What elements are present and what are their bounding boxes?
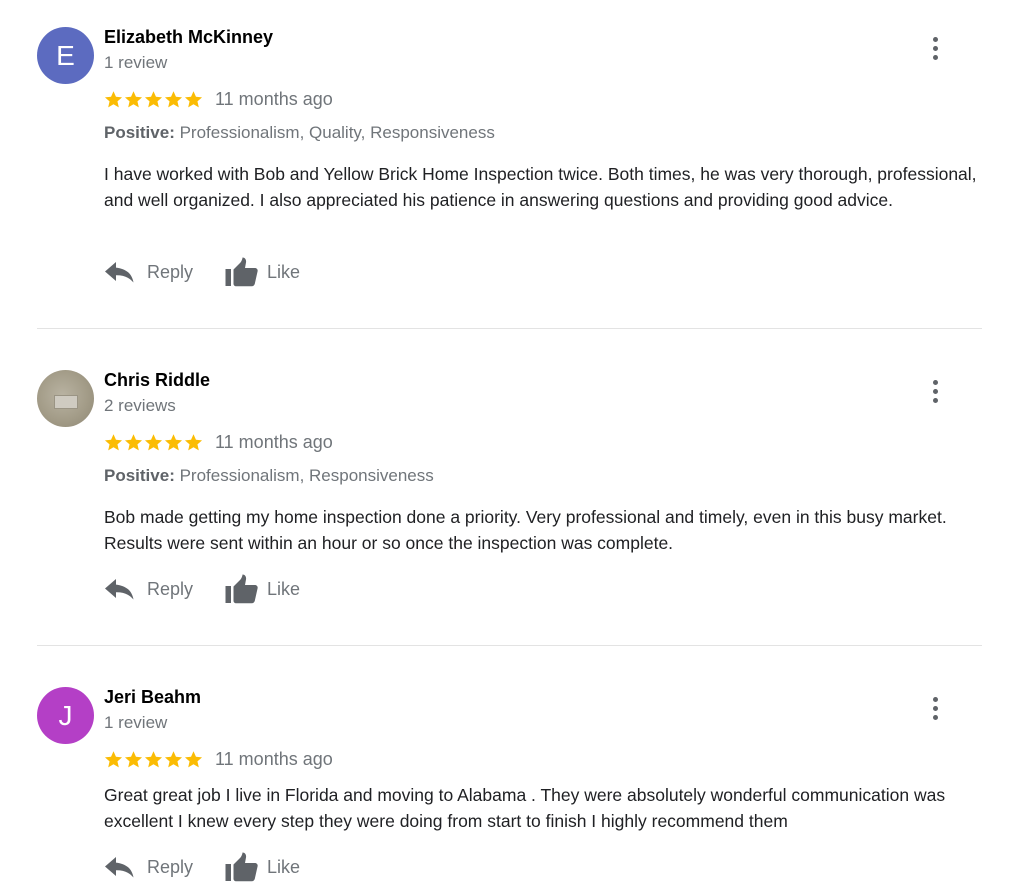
- rating-row: 11 months ago: [104, 87, 333, 111]
- like-label: Like: [267, 578, 301, 599]
- star-icon: [164, 433, 183, 450]
- review-count[interactable]: 2 reviews: [104, 396, 176, 416]
- review-actions: Reply Like: [104, 257, 300, 287]
- review-actions: Reply Like: [104, 574, 300, 604]
- star-icon: [144, 90, 163, 107]
- avatar[interactable]: [37, 370, 94, 427]
- like-button[interactable]: Like: [225, 574, 300, 604]
- divider: [37, 645, 982, 646]
- review-time: 11 months ago: [215, 88, 333, 109]
- reply-icon: [105, 579, 134, 600]
- divider: [37, 328, 982, 329]
- avatar-letter: J: [58, 699, 73, 731]
- more-vert-icon: [932, 696, 938, 702]
- star-icon: [104, 433, 123, 450]
- rating-row: 11 months ago: [104, 430, 333, 454]
- review-text: Bob made getting my home inspection done…: [104, 507, 947, 553]
- review-time: 11 months ago: [215, 431, 333, 452]
- rating-row: 11 months ago: [104, 747, 333, 771]
- star-icon: [124, 433, 143, 450]
- positive-items: Professionalism, Responsiveness: [174, 466, 434, 485]
- star-icon: [124, 750, 143, 767]
- star-icon: [144, 750, 163, 767]
- review-count[interactable]: 1 review: [104, 713, 167, 733]
- star-icon: [124, 90, 143, 107]
- star-icon: [104, 750, 123, 767]
- avatar[interactable]: J: [37, 687, 94, 744]
- star-icon: [184, 90, 203, 107]
- positive-attributes: Positive: Professionalism, Quality, Resp…: [104, 123, 495, 143]
- more-options-button[interactable]: [924, 693, 946, 723]
- avatar-photo: [53, 394, 78, 409]
- star-icon: [104, 90, 123, 107]
- thumbs-up-icon: [225, 257, 258, 287]
- star-icon: [164, 750, 183, 767]
- reply-button[interactable]: Reply: [104, 260, 193, 284]
- star-rating: [104, 90, 203, 109]
- reviewer-name[interactable]: Jeri Beahm: [104, 687, 201, 708]
- reply-button[interactable]: Reply: [104, 855, 193, 879]
- reply-icon: [105, 262, 134, 283]
- positive-items: Professionalism, Quality, Responsiveness: [174, 123, 495, 142]
- star-icon: [184, 750, 203, 767]
- review-time: 11 months ago: [215, 748, 333, 769]
- like-button[interactable]: Like: [225, 257, 300, 287]
- like-label: Like: [267, 856, 301, 877]
- reply-button[interactable]: Reply: [104, 577, 193, 601]
- review-count[interactable]: 1 review: [104, 53, 167, 73]
- avatar[interactable]: E: [37, 27, 94, 84]
- more-options-button[interactable]: [924, 376, 946, 406]
- star-icon: [184, 433, 203, 450]
- reply-label: Reply: [147, 856, 194, 877]
- reply-label: Reply: [147, 578, 194, 599]
- avatar-letter: E: [56, 39, 75, 71]
- like-label: Like: [267, 261, 301, 282]
- positive-label: Positive:: [104, 123, 175, 142]
- star-icon: [164, 90, 183, 107]
- reviewer-name[interactable]: Chris Riddle: [104, 370, 210, 391]
- reply-label: Reply: [147, 261, 194, 282]
- more-vert-icon: [932, 36, 938, 42]
- positive-attributes: Positive: Professionalism, Responsivenes…: [104, 466, 434, 486]
- thumbs-up-icon: [225, 574, 258, 604]
- reviewer-name[interactable]: Elizabeth McKinney: [104, 27, 273, 48]
- star-rating: [104, 750, 203, 769]
- star-icon: [144, 433, 163, 450]
- reply-icon: [105, 857, 134, 878]
- more-vert-icon: [932, 379, 938, 385]
- star-rating: [104, 433, 203, 452]
- more-options-button[interactable]: [924, 33, 946, 63]
- thumbs-up-icon: [225, 852, 258, 882]
- like-button[interactable]: Like: [225, 852, 300, 882]
- review-text: Great great job I live in Florida and mo…: [104, 785, 946, 831]
- positive-label: Positive:: [104, 466, 175, 485]
- review-text: I have worked with Bob and Yellow Brick …: [104, 164, 977, 210]
- review-actions: Reply Like: [104, 852, 300, 882]
